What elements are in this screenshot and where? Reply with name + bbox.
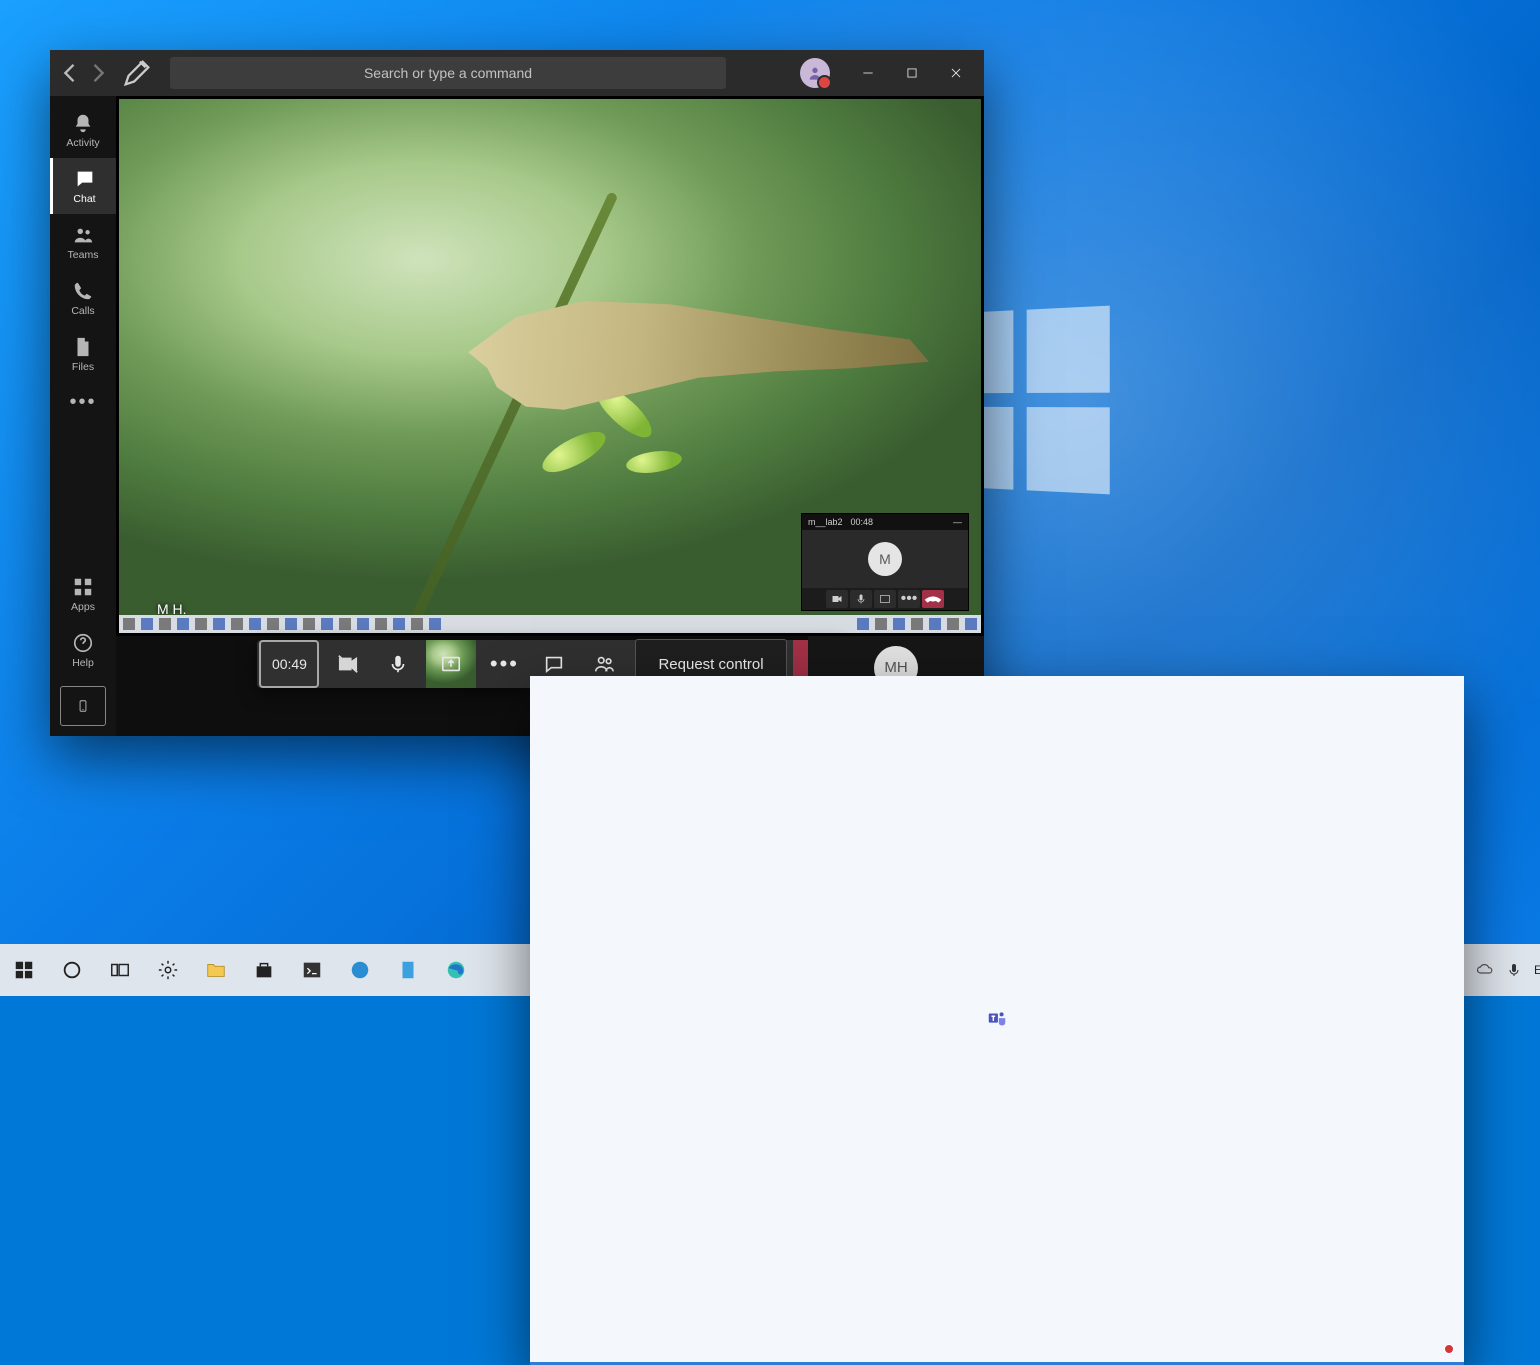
window-close-button[interactable] [934,50,978,96]
window-maximize-button[interactable] [890,50,934,96]
tray-language[interactable]: ENG [1528,944,1540,996]
rail-teams-label: Teams [68,249,99,261]
window-minimize-button[interactable] [846,50,890,96]
rail-files[interactable]: Files [50,326,116,382]
rail-apps[interactable]: Apps [50,566,116,622]
tray-cloud-icon[interactable] [1470,944,1500,996]
rail-more[interactable]: ••• [50,382,116,422]
mini-avatar: M [868,542,902,576]
mini-timer: 00:48 [851,517,874,527]
rail-activity[interactable]: Activity [50,102,116,158]
taskbar-reader-icon[interactable] [384,944,432,996]
mini-minimize-icon[interactable]: — [953,517,962,527]
search-input[interactable]: Search or type a command [170,57,726,89]
start-button[interactable] [0,944,48,996]
mini-camera-icon[interactable] [826,590,848,608]
taskbar-terminal-icon[interactable] [288,944,336,996]
presence-busy-icon [817,75,832,90]
rail-activity-label: Activity [66,137,99,149]
profile-avatar[interactable] [800,58,830,88]
mini-mic-icon[interactable] [850,590,872,608]
taskview-button[interactable] [96,944,144,996]
mini-name: m__lab2 [808,517,843,527]
taskbar-store-icon[interactable] [240,944,288,996]
shared-screen: M H. m__lab2 00:48 [119,99,981,633]
cortana-button[interactable] [48,944,96,996]
taskbar-edge-legacy-icon[interactable] [336,944,384,996]
branch-graphic [390,191,619,633]
nav-forward-button[interactable] [84,59,112,87]
mini-hangup-icon[interactable] [922,590,944,608]
rail-chat-label: Chat [73,193,95,205]
taskbar-settings-icon[interactable] [144,944,192,996]
rail-calls-label: Calls [71,305,94,317]
mini-share-icon[interactable] [874,590,896,608]
rail-calls[interactable]: Calls [50,270,116,326]
mini-more-icon[interactable]: ••• [898,590,920,608]
windows-taskbar: ENG [0,944,1540,996]
nav-back-button[interactable] [56,59,84,87]
rail-files-label: Files [72,361,94,373]
tray-mic-icon[interactable] [1500,944,1528,996]
taskbar-edge-icon[interactable] [432,944,480,996]
taskbar-explorer-icon[interactable] [192,944,240,996]
new-chat-button[interactable] [120,56,154,90]
mini-controls: ••• [802,588,968,610]
taskbar-teams-icon[interactable] [530,676,1464,1365]
rail-apps-label: Apps [71,601,95,613]
rail-teams[interactable]: Teams [50,214,116,270]
teams-titlebar: Search or type a command [50,50,984,96]
rail-chat[interactable]: Chat [50,158,116,214]
self-view-mini[interactable]: m__lab2 00:48 — M ••• [801,513,969,611]
lizard-graphic [449,269,929,429]
